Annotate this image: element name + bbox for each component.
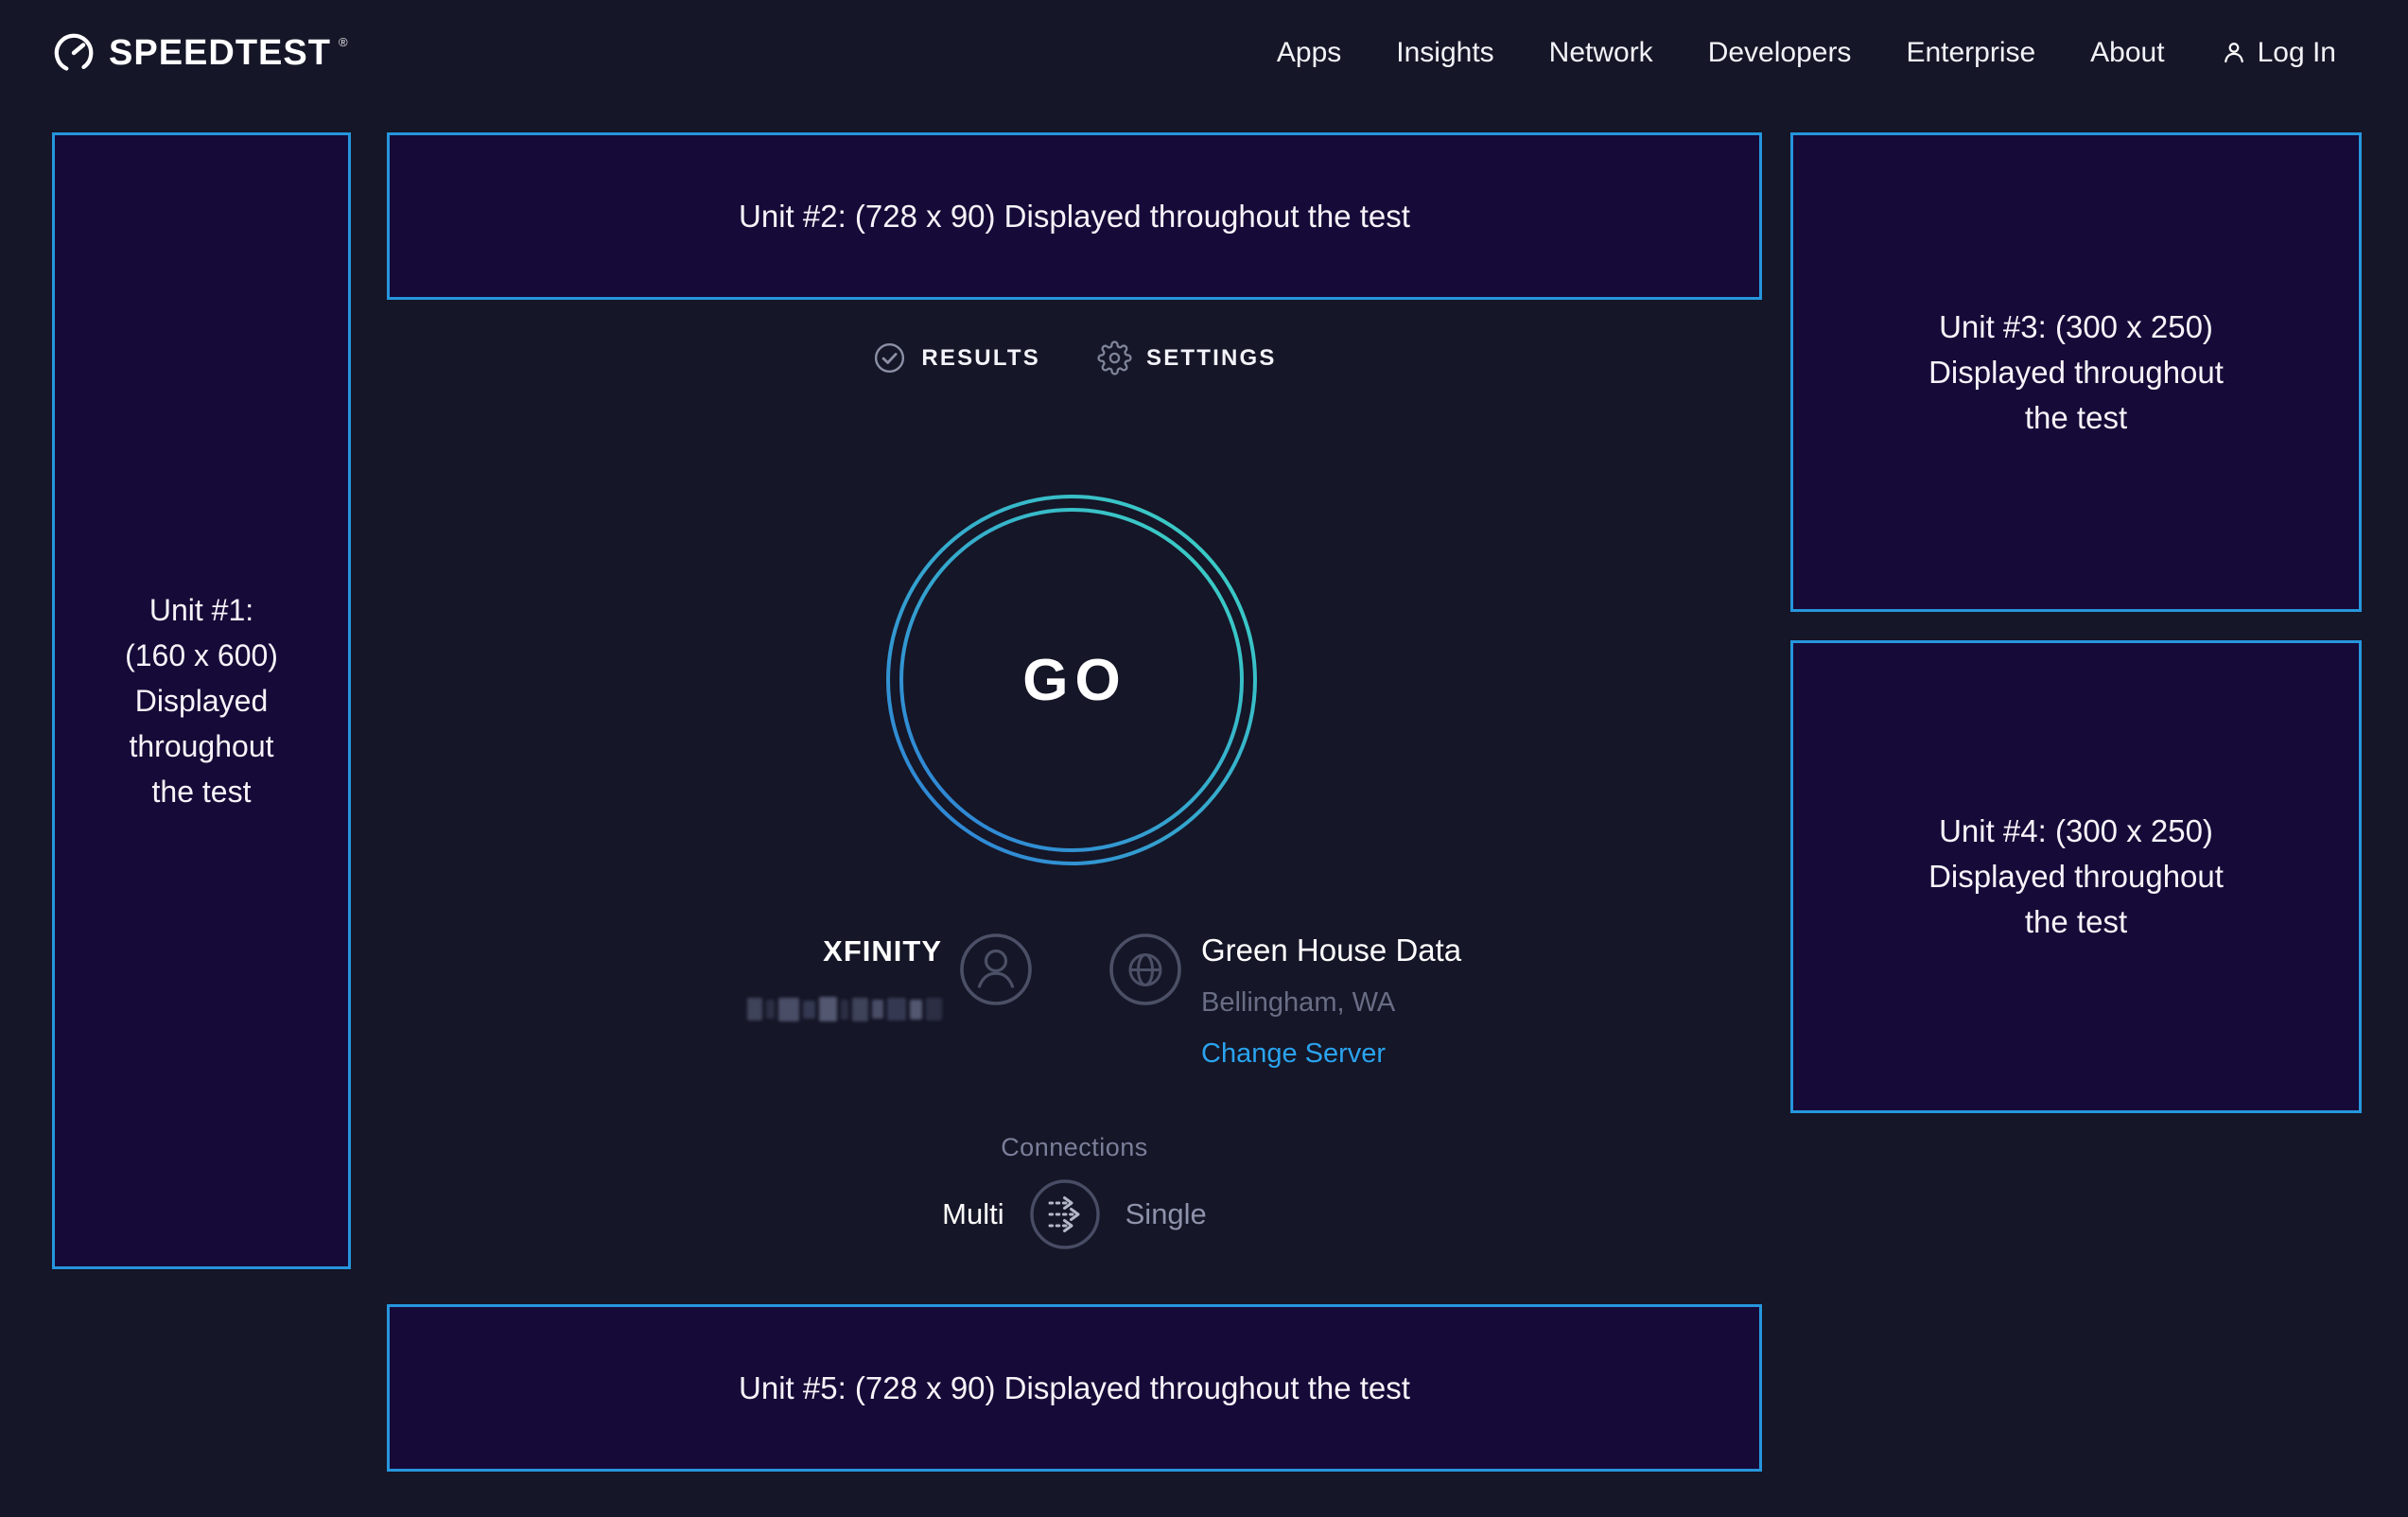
gear-icon xyxy=(1097,340,1132,375)
ad-unit-1[interactable]: Unit #1: (160 x 600) Displayed throughou… xyxy=(52,132,351,1269)
nav-about[interactable]: About xyxy=(2090,37,2164,69)
server-globe-icon[interactable] xyxy=(1108,933,1182,1006)
connections-label: Connections xyxy=(387,1133,1762,1162)
ad-text-line: Displayed throughout xyxy=(1928,854,2224,899)
go-label: GO xyxy=(882,491,1261,869)
ad-text-line: Unit #1: xyxy=(149,587,253,633)
ad-unit-5[interactable]: Unit #5: (728 x 90) Displayed throughout… xyxy=(387,1304,1762,1472)
connections-toggle-row: Multi Single xyxy=(387,1178,1762,1250)
ad-text-line: the test xyxy=(2025,395,2127,441)
go-button[interactable]: GO xyxy=(882,491,1261,869)
nav-enterprise[interactable]: Enterprise xyxy=(1906,37,2035,69)
ad-text-line: Unit #5: (728 x 90) Displayed throughout… xyxy=(739,1366,1410,1411)
ad-text-line: Displayed xyxy=(135,678,269,724)
speedometer-gauge-icon xyxy=(52,31,96,75)
nav-insights[interactable]: Insights xyxy=(1396,37,1493,69)
login-button[interactable]: Log In xyxy=(2220,37,2336,69)
ad-text-line: the test xyxy=(152,769,252,814)
logo[interactable]: SPEEDTEST ® xyxy=(52,31,348,75)
logo-text: SPEEDTEST xyxy=(109,33,331,74)
ad-text-line: Unit #4: (300 x 250) xyxy=(1939,809,2213,854)
nav-network[interactable]: Network xyxy=(1549,37,1653,69)
nav-apps[interactable]: Apps xyxy=(1277,37,1341,69)
user-icon xyxy=(2220,39,2248,67)
ad-text-line: throughout xyxy=(129,724,273,769)
change-server-link[interactable]: Change Server xyxy=(1201,1038,1386,1070)
header: SPEEDTEST ® Apps Insights Network Develo… xyxy=(0,0,2408,106)
view-tabs: RESULTS SETTINGS xyxy=(387,340,1762,375)
ad-text-line: Unit #3: (300 x 250) xyxy=(1939,305,2213,350)
tab-results[interactable]: RESULTS xyxy=(872,340,1040,375)
nav-developers[interactable]: Developers xyxy=(1708,37,1852,69)
isp-user-icon[interactable] xyxy=(959,933,1033,1006)
connections-multi-option[interactable]: Multi xyxy=(942,1197,1003,1231)
tab-results-label: RESULTS xyxy=(921,345,1040,372)
server-name: Green House Data xyxy=(1201,933,1461,968)
speedtest-page: SPEEDTEST ® Apps Insights Network Develo… xyxy=(0,0,2408,1517)
ad-text-line: the test xyxy=(2025,899,2127,945)
login-label: Log In xyxy=(2258,37,2336,69)
ad-text-line: Unit #2: (728 x 90) Displayed throughout… xyxy=(739,194,1410,239)
connections-single-option[interactable]: Single xyxy=(1125,1197,1207,1231)
isp-name: XFINITY xyxy=(611,934,942,968)
ad-text-line: Displayed throughout xyxy=(1928,350,2224,395)
logo-trademark: ® xyxy=(339,35,348,49)
tab-settings-label: SETTINGS xyxy=(1146,345,1277,372)
connections-mode-toggle-icon[interactable] xyxy=(1029,1178,1101,1250)
ad-unit-3[interactable]: Unit #3: (300 x 250) Displayed throughou… xyxy=(1790,132,2362,612)
redacted-ip-address xyxy=(747,995,942,1023)
server-location: Bellingham, WA xyxy=(1201,987,1395,1019)
ad-unit-4[interactable]: Unit #4: (300 x 250) Displayed throughou… xyxy=(1790,640,2362,1113)
tab-settings[interactable]: SETTINGS xyxy=(1097,340,1277,375)
main-nav: Apps Insights Network Developers Enterpr… xyxy=(1277,0,2336,106)
check-circle-icon xyxy=(872,340,907,375)
ad-text-line: (160 x 600) xyxy=(125,633,278,678)
ad-unit-2[interactable]: Unit #2: (728 x 90) Displayed throughout… xyxy=(387,132,1762,300)
